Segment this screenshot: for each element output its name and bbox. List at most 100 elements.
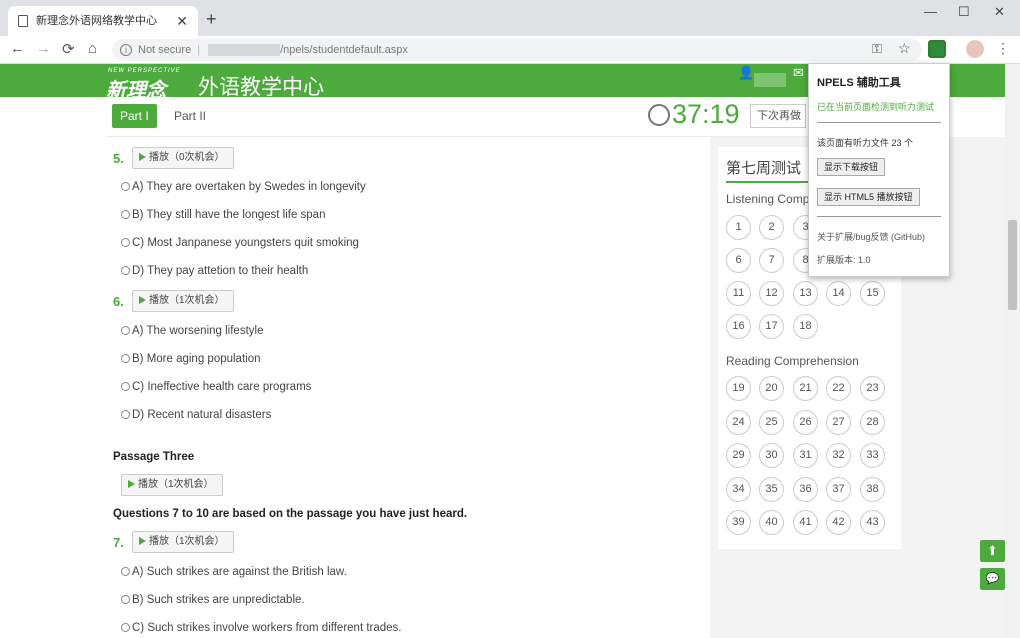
question-number-button[interactable]: 27	[826, 409, 851, 435]
question-number-button[interactable]: 36	[793, 476, 818, 502]
option-radio[interactable]: D) Recent natural disasters	[121, 409, 271, 421]
option-radio[interactable]: B) More aging population	[121, 353, 261, 365]
question-number-button[interactable]: 25	[759, 409, 784, 435]
about-feedback-link[interactable]: 关于扩展/bug反馈 (GitHub)	[817, 230, 925, 243]
option-radio[interactable]: A) The worsening lifestyle	[121, 325, 263, 337]
show-download-button[interactable]: 显示下载按钮	[817, 158, 886, 176]
question-number-button[interactable]: 28	[860, 409, 885, 435]
radio-icon[interactable]	[121, 382, 130, 391]
option-radio[interactable]: B) Such strikes are unpredictable.	[121, 594, 305, 606]
question-number-button[interactable]: 19	[726, 376, 751, 401]
url-input[interactable]: i Not secure |/npels/studentdefault.aspx	[112, 39, 922, 61]
window-maximize-button[interactable]: ☐	[958, 4, 970, 20]
show-html5-button[interactable]: 显示 HTML5 播放按钮	[817, 188, 920, 206]
new-tab-button[interactable]: +	[206, 6, 217, 32]
option-radio[interactable]: C) Ineffective health care programs	[121, 381, 311, 393]
test-toolbar: Part I Part II 37:19 下次再做	[106, 97, 906, 137]
bookmark-star-icon[interactable]: ☆	[898, 40, 911, 57]
question-number: 7.	[113, 535, 124, 550]
question-number-button[interactable]: 41	[793, 510, 818, 535]
question-number-button[interactable]: 40	[759, 510, 784, 535]
home-button[interactable]: ⌂	[88, 40, 97, 57]
radio-icon[interactable]	[121, 623, 130, 632]
question-number-button[interactable]: 12	[759, 281, 784, 306]
question-number-button[interactable]: 29	[726, 443, 751, 468]
question-number-button[interactable]: 43	[860, 510, 885, 535]
npels-extension-icon[interactable]	[928, 40, 946, 58]
option-radio[interactable]: D) They pay attetion to their health	[121, 265, 308, 277]
play-button[interactable]: 播放（0次机会）	[132, 147, 234, 169]
play-button[interactable]: 播放（1次机会）	[132, 290, 234, 312]
radio-icon[interactable]	[121, 567, 130, 576]
radio-icon[interactable]	[121, 238, 130, 247]
window-minimize-button[interactable]: —	[924, 4, 937, 19]
question-number-button[interactable]: 14	[826, 281, 851, 306]
question-number-button[interactable]: 20	[759, 376, 784, 401]
reading-section-title: Reading Comprehension	[726, 354, 859, 368]
play-button[interactable]: 播放（1次机会）	[132, 531, 234, 553]
play-button[interactable]: 播放（1次机会）	[121, 474, 223, 496]
key-icon[interactable]: ⚿	[872, 41, 882, 57]
scrollbar-thumb[interactable]	[1008, 220, 1017, 310]
radio-icon[interactable]	[121, 266, 130, 275]
option-radio[interactable]: A) They are overtaken by Swedes in longe…	[121, 181, 366, 193]
question-number-button[interactable]: 33	[860, 443, 885, 468]
question-number-button[interactable]: 1	[726, 215, 751, 240]
question-number-button[interactable]: 15	[860, 281, 885, 306]
browser-tab[interactable]: 新理念外语网络教学中心 ✕	[8, 6, 198, 36]
radio-icon[interactable]	[121, 354, 130, 363]
question-number-button[interactable]: 7	[759, 248, 784, 273]
question-number-button[interactable]: 21	[793, 376, 818, 401]
question-number-button[interactable]: 24	[726, 409, 751, 435]
radio-icon[interactable]	[121, 595, 130, 604]
browser-menu-icon[interactable]: ⋮	[996, 40, 1010, 57]
question-number-button[interactable]: 35	[759, 476, 784, 502]
option-radio[interactable]: C) Such strikes involve workers from dif…	[121, 622, 402, 634]
info-icon[interactable]: i	[120, 44, 132, 57]
question-number-button[interactable]: 38	[860, 476, 885, 502]
option-label: D) They pay attetion to their health	[132, 265, 309, 277]
option-label: A) The worsening lifestyle	[132, 325, 264, 337]
option-label: C) Such strikes involve workers from dif…	[132, 622, 402, 634]
profile-avatar[interactable]	[966, 40, 984, 58]
tab-part-2[interactable]: Part II	[166, 104, 214, 128]
reload-button[interactable]: ⟳	[62, 40, 75, 58]
forward-button[interactable]: →	[36, 40, 51, 57]
question-number-button[interactable]: 13	[793, 281, 818, 306]
question-number-button[interactable]: 39	[726, 510, 751, 535]
radio-icon[interactable]	[121, 182, 130, 191]
question-number-button[interactable]: 37	[826, 476, 851, 502]
question-number-button[interactable]: 2	[759, 215, 784, 240]
radio-icon[interactable]	[121, 326, 130, 335]
passage-title: Passage Three	[113, 451, 195, 463]
question-number-button[interactable]: 34	[726, 476, 751, 502]
question-number-button[interactable]: 22	[826, 376, 851, 401]
page-scrollbar[interactable]	[1005, 64, 1020, 638]
question-number-button[interactable]: 31	[793, 443, 818, 468]
question-number-button[interactable]: 32	[826, 443, 851, 468]
option-radio[interactable]: B) They still have the longest life span	[121, 209, 325, 221]
question-number-button[interactable]: 30	[759, 443, 784, 468]
radio-icon[interactable]	[121, 210, 130, 219]
question-number-button[interactable]: 17	[759, 314, 784, 339]
scroll-top-button[interactable]: ⬆	[980, 540, 1005, 562]
mail-icon[interactable]: ✉	[793, 65, 804, 81]
tab-close-icon[interactable]: ✕	[176, 6, 188, 36]
window-close-button[interactable]: ✕	[994, 4, 1005, 20]
question-number-button[interactable]: 11	[726, 281, 751, 306]
user-icon[interactable]: 👤	[738, 65, 754, 80]
do-later-button[interactable]: 下次再做	[750, 104, 806, 128]
question-number-button[interactable]: 26	[793, 409, 818, 435]
question-number-button[interactable]: 18	[793, 314, 818, 339]
radio-icon[interactable]	[121, 410, 130, 419]
question-number-button[interactable]: 42	[826, 510, 851, 535]
play-icon	[128, 480, 135, 489]
option-radio[interactable]: A) Such strikes are against the British …	[121, 566, 347, 578]
tab-part-1[interactable]: Part I	[112, 104, 157, 128]
chat-button[interactable]: 💬	[980, 568, 1005, 590]
question-number-button[interactable]: 23	[860, 376, 885, 401]
option-radio[interactable]: C) Most Janpanese youngsters quit smokin…	[121, 237, 359, 249]
back-button[interactable]: ←	[10, 40, 25, 57]
question-number-button[interactable]: 6	[726, 248, 751, 273]
question-number-button[interactable]: 16	[726, 314, 751, 339]
